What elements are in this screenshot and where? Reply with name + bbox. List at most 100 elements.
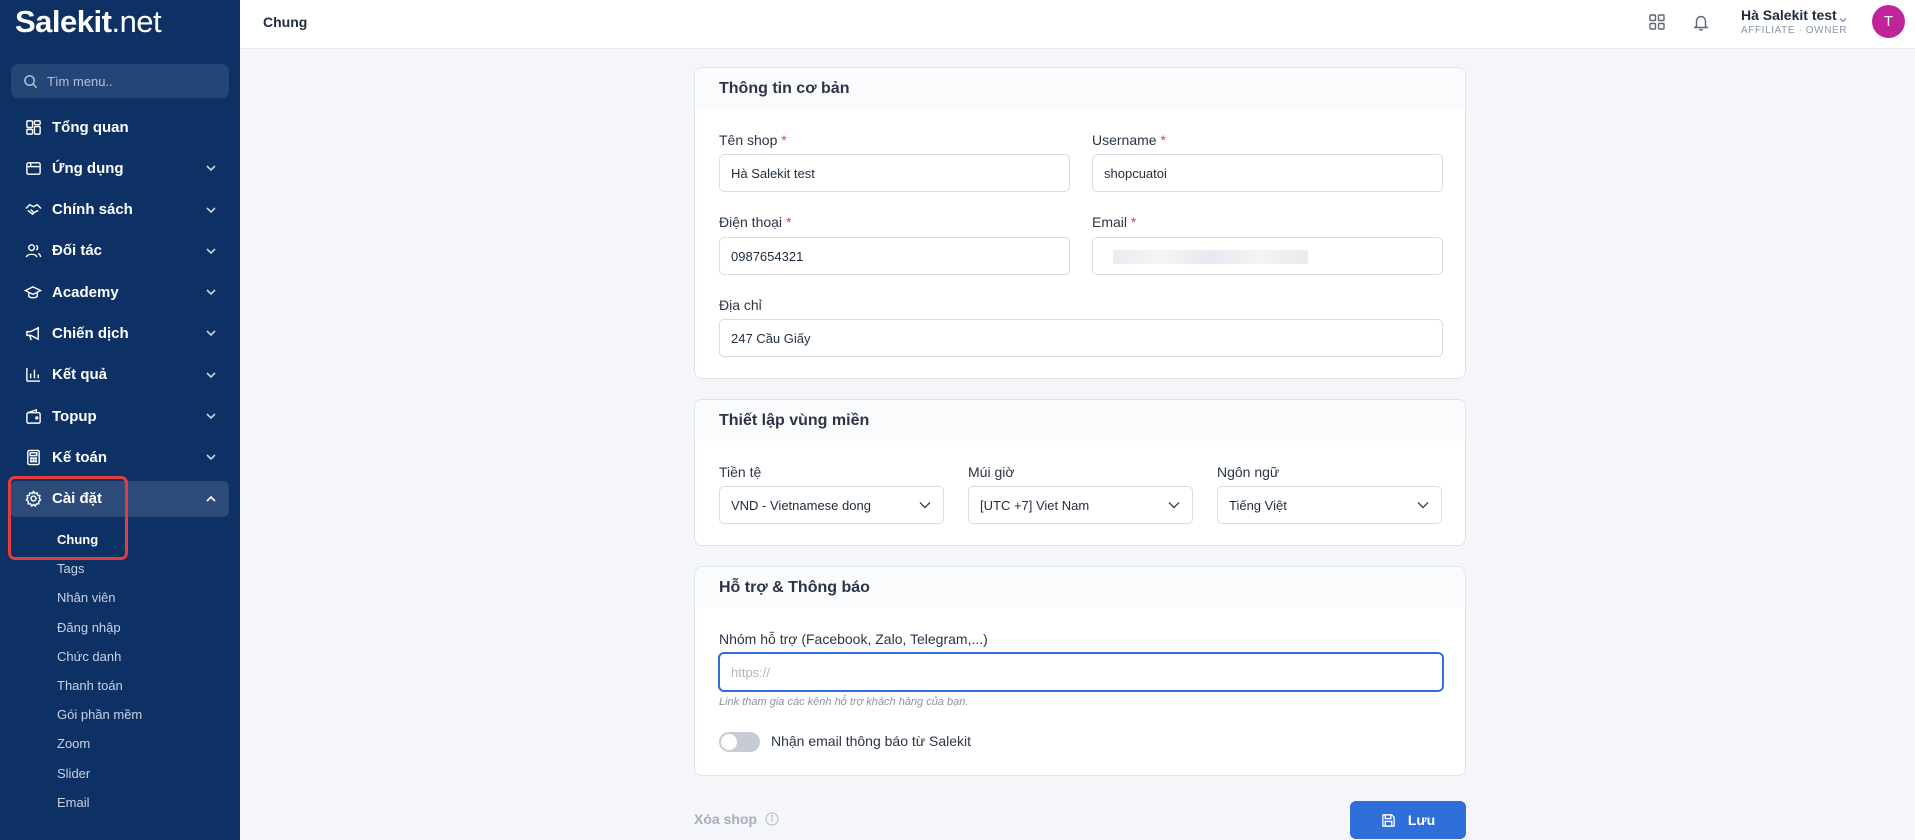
- sidebar-menu: Tổng quan Ứng dụng Chính sách Đối tác Ac…: [10, 109, 229, 522]
- chevron-down-icon[interactable]: [1838, 15, 1848, 25]
- delete-shop-label: Xóa shop: [694, 811, 758, 827]
- address-field[interactable]: [719, 319, 1443, 357]
- chevron-down-icon: [206, 330, 216, 337]
- username-field[interactable]: [1092, 154, 1443, 192]
- sidebar-item-label: Topup: [52, 407, 97, 425]
- sidebar-item-chien-dich[interactable]: Chiến dịch: [10, 315, 229, 351]
- language-label: Ngôn ngữ: [1217, 464, 1280, 480]
- sidebar-item-label: Kế toán: [52, 448, 108, 466]
- currency-select[interactable]: VND - Vietnamese dong: [719, 486, 944, 524]
- chevron-down-icon: [206, 165, 216, 172]
- chevron-down-icon: [1417, 502, 1429, 509]
- graduation-cap-icon: [24, 283, 42, 301]
- delete-shop-link[interactable]: Xóa shop: [694, 811, 779, 827]
- address-label: Địa chỉ: [719, 297, 762, 313]
- sidebar-item-label: Đối tác: [52, 242, 103, 260]
- sidebar-item-ket-qua[interactable]: Kết quả: [10, 357, 229, 393]
- apps-grid-icon[interactable]: [1646, 11, 1668, 33]
- sidebar-item-tong-quan[interactable]: Tổng quan: [10, 109, 229, 145]
- bell-icon[interactable]: [1690, 11, 1712, 33]
- info-icon: [765, 812, 779, 826]
- submenu-item-zoom[interactable]: Zoom: [57, 729, 227, 758]
- support-group-input[interactable]: [731, 664, 1442, 680]
- sidebar-item-topup[interactable]: Topup: [10, 398, 229, 434]
- app-window-icon: [24, 159, 42, 177]
- sidebar-item-ung-dung[interactable]: Ứng dụng: [10, 150, 229, 186]
- chevron-down-icon: [206, 289, 216, 296]
- blurred-email-value: [1113, 250, 1308, 264]
- chevron-down-icon: [206, 248, 216, 255]
- shop-name-label: Tên shop *: [719, 132, 787, 148]
- submenu-item-slider[interactable]: Slider: [57, 759, 227, 788]
- address-input[interactable]: [731, 330, 1442, 346]
- chevron-down-icon: [1168, 502, 1180, 509]
- menu-search: [11, 64, 229, 98]
- sidebar-item-chinh-sach[interactable]: Chính sách: [10, 192, 229, 228]
- currency-value: VND - Vietnamese dong: [731, 497, 871, 513]
- shop-name-field[interactable]: [719, 154, 1070, 192]
- currency-label: Tiền tệ: [719, 464, 762, 480]
- chevron-down-icon: [206, 413, 216, 420]
- card-title: Thông tin cơ bản: [695, 68, 1465, 109]
- top-header: Chung Hà Salekit test AFFILIATE · OWNER …: [240, 0, 1915, 49]
- sidebar-item-ke-toan[interactable]: Kế toán: [10, 439, 229, 475]
- bar-chart-icon: [24, 366, 42, 384]
- chevron-down-icon: [206, 372, 216, 378]
- megaphone-icon: [24, 324, 42, 342]
- shop-name-input[interactable]: [731, 165, 1069, 181]
- language-value: Tiếng Việt: [1229, 497, 1287, 513]
- submenu-item-nhan-vien[interactable]: Nhân viên: [57, 583, 227, 612]
- calculator-icon: [24, 448, 42, 466]
- phone-field[interactable]: [719, 237, 1070, 275]
- sidebar-item-label: Academy: [52, 283, 119, 301]
- chevron-down-icon: [206, 454, 216, 461]
- save-button-label: Lưu: [1407, 812, 1436, 828]
- save-button[interactable]: Lưu: [1350, 801, 1466, 839]
- dashboard-icon: [24, 118, 42, 136]
- avatar[interactable]: T: [1872, 5, 1905, 38]
- username-input[interactable]: [1104, 165, 1442, 181]
- chevron-down-icon: [919, 502, 931, 509]
- phone-label: Điện thoại *: [719, 214, 792, 230]
- settings-submenu: Chung Tags Nhân viên Đăng nhập Chức danh…: [57, 525, 227, 817]
- floppy-disk-icon: [1382, 813, 1395, 827]
- page-title: Chung: [263, 14, 308, 30]
- email-notify-toggle[interactable]: [719, 732, 760, 752]
- wallet-icon: [24, 407, 42, 425]
- sidebar-item-label: Chính sách: [52, 201, 133, 219]
- phone-input[interactable]: [731, 248, 1069, 264]
- search-icon: [24, 74, 38, 88]
- sidebar-item-label: Ứng dụng: [52, 159, 124, 177]
- submenu-item-chuc-danh[interactable]: Chức danh: [57, 642, 227, 671]
- menu-search-input[interactable]: [47, 73, 217, 89]
- submenu-item-email[interactable]: Email: [57, 788, 227, 817]
- toggle-knob: [721, 734, 737, 750]
- sidebar-item-doi-tac[interactable]: Đối tác: [10, 233, 229, 269]
- sidebar: Salekit.net Tổng quan Ứng dụng Chính sác…: [0, 0, 240, 840]
- chevron-up-icon: [206, 495, 216, 502]
- language-select[interactable]: Tiếng Việt: [1217, 486, 1442, 524]
- region-card: Thiết lập vùng miền Tiền tệ VND - Vietna…: [694, 399, 1466, 546]
- email-label: Email *: [1092, 214, 1137, 230]
- submenu-item-dang-nhap[interactable]: Đăng nhập: [57, 613, 227, 642]
- sidebar-item-label: Tổng quan: [52, 118, 129, 136]
- email-field[interactable]: [1092, 237, 1443, 275]
- support-group-field[interactable]: [719, 653, 1443, 691]
- user-name[interactable]: Hà Salekit test: [1741, 7, 1837, 23]
- handshake-icon: [24, 201, 42, 219]
- timezone-label: Múi giờ: [968, 464, 1015, 480]
- brand-logo[interactable]: Salekit.net: [15, 4, 162, 40]
- card-title: Thiết lập vùng miền: [695, 400, 1465, 441]
- support-card: Hỗ trợ & Thông báo Nhóm hỗ trợ (Facebook…: [694, 566, 1466, 776]
- support-group-help: Link tham gia các kênh hỗ trợ khách hàng…: [719, 696, 969, 708]
- users-icon: [24, 242, 42, 260]
- support-group-label: Nhóm hỗ trợ (Facebook, Zalo, Telegram,..…: [719, 631, 988, 647]
- username-label: Username *: [1092, 132, 1166, 148]
- highlight-annotation: [8, 476, 128, 560]
- timezone-select[interactable]: [UTC +7] Viet Nam: [968, 486, 1193, 524]
- submenu-item-thanh-toan[interactable]: Thanh toán: [57, 671, 227, 700]
- timezone-value: [UTC +7] Viet Nam: [980, 497, 1090, 513]
- sidebar-item-label: Chiến dịch: [52, 324, 129, 342]
- sidebar-item-academy[interactable]: Academy: [10, 274, 229, 310]
- submenu-item-goi-phan-mem[interactable]: Gói phần mềm: [57, 700, 227, 729]
